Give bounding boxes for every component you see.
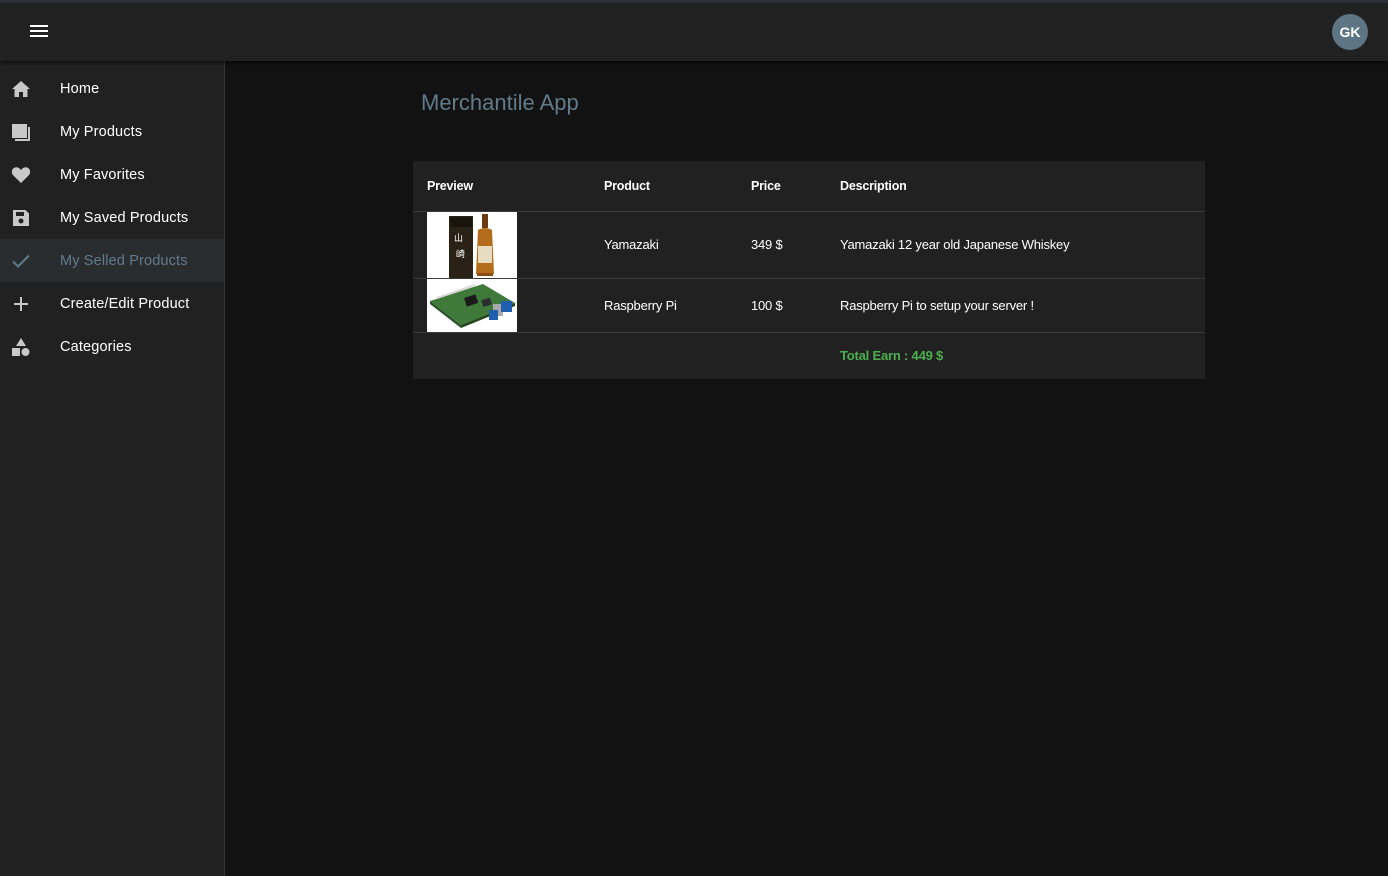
avatar[interactable]: GK: [1332, 14, 1368, 50]
hamburger-menu-icon[interactable]: [22, 17, 56, 45]
sidebar-item-label: My Products: [60, 123, 143, 140]
main-content: Merchantile App Preview Product Price De…: [225, 61, 1388, 876]
column-header-product: Product: [590, 161, 737, 212]
column-header-description: Description: [826, 161, 1205, 212]
sidebar: Home My Products My Favorites My Saved P…: [0, 61, 225, 876]
whisky-bottle-image: 山 崎: [427, 211, 517, 278]
preview-cell: 山 崎: [413, 211, 590, 279]
raspberry-pi-board-image: [427, 278, 517, 332]
sidebar-item-label: Categories: [60, 338, 132, 355]
save-icon: [10, 207, 32, 229]
total-row: Total Earn : 449 $: [413, 332, 1205, 378]
column-header-preview: Preview: [413, 161, 590, 212]
plus-icon: [10, 293, 32, 315]
sidebar-item-my-favorites[interactable]: My Favorites: [0, 153, 224, 196]
total-earn-label: Total Earn : 449 $: [840, 347, 944, 363]
price-cell: 349 $: [737, 211, 826, 279]
svg-text:崎: 崎: [456, 248, 465, 260]
sidebar-item-my-selled-products[interactable]: My Selled Products: [0, 239, 224, 282]
sidebar-item-my-products[interactable]: My Products: [0, 110, 224, 153]
sidebar-item-create-edit-product[interactable]: Create/Edit Product: [0, 282, 224, 325]
table-row[interactable]: 山 崎 Yamazaki 349 $ Yamazaki 12 year old …: [413, 211, 1205, 279]
sidebar-item-home[interactable]: Home: [0, 67, 224, 110]
home-icon: [10, 78, 32, 100]
sold-products-table: Preview Product Price Description 山 崎 Ya…: [413, 161, 1205, 379]
sidebar-item-label: Home: [60, 80, 100, 97]
table-header-row: Preview Product Price Description: [413, 161, 1205, 212]
sidebar-item-label: My Saved Products: [60, 209, 189, 226]
description-cell: Yamazaki 12 year old Japanese Whiskey: [826, 211, 1205, 279]
sidebar-item-label: Create/Edit Product: [60, 295, 190, 312]
categories-icon: [10, 336, 32, 358]
description-cell: Raspberry Pi to setup your server !: [826, 278, 1205, 333]
product-cell: Yamazaki: [590, 211, 737, 279]
sidebar-item-categories[interactable]: Categories: [0, 325, 224, 368]
top-app-bar: GK: [0, 0, 1388, 61]
column-header-price: Price: [737, 161, 826, 212]
price-cell: 100 $: [737, 278, 826, 333]
sidebar-item-label: My Favorites: [60, 166, 145, 183]
sidebar-item-label: My Selled Products: [60, 252, 188, 269]
products-icon: [10, 121, 32, 143]
sidebar-item-my-saved-products[interactable]: My Saved Products: [0, 196, 224, 239]
check-icon: [10, 250, 32, 272]
table-row[interactable]: Raspberry Pi 100 $ Raspberry Pi to setup…: [413, 278, 1205, 333]
page-title: Merchantile App: [421, 90, 579, 115]
product-cell: Raspberry Pi: [590, 278, 737, 333]
svg-text:山: 山: [454, 233, 463, 244]
preview-cell: [413, 278, 590, 333]
heart-icon: [10, 164, 32, 186]
